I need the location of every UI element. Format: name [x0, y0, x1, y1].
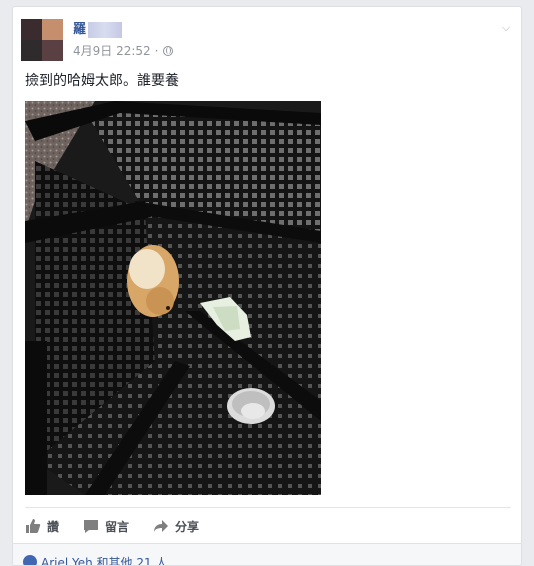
post-text: 撿到的哈姆太郎。誰要養 — [25, 73, 179, 89]
like-button[interactable]: 讚 — [25, 518, 59, 535]
hamster-photo — [25, 101, 321, 495]
post-card: 羅 4月9日 22:52 · ⌵ 撿到的哈姆太郎。誰要養 讚 留言 分享 Ari… — [12, 6, 522, 566]
post-timestamp[interactable]: 4月9日 22:52 — [73, 43, 151, 59]
avatar-tile — [42, 40, 63, 61]
avatar-tile — [42, 19, 63, 40]
author-name[interactable]: 羅 — [73, 21, 86, 39]
likes-summary[interactable]: Ariel Yeh 和其他 21 人 — [41, 554, 167, 565]
avatar[interactable] — [21, 19, 63, 61]
redacted-name — [88, 22, 123, 38]
avatar-tile — [21, 40, 42, 61]
share-label: 分享 — [175, 519, 200, 534]
reactions-bar: Ariel Yeh 和其他 21 人 — [13, 543, 521, 565]
like-label: 讚 — [47, 519, 60, 534]
speech-bubble-icon — [84, 520, 99, 533]
avatar-tile — [21, 19, 42, 40]
action-bar: 讚 留言 分享 — [25, 507, 511, 544]
share-arrow-icon — [154, 520, 169, 532]
post-meta: 4月9日 22:52 · — [73, 43, 173, 59]
chevron-down-icon[interactable]: ⌵ — [499, 21, 513, 35]
thumbs-up-icon — [26, 519, 41, 533]
like-badge-icon — [23, 555, 37, 565]
share-button[interactable]: 分享 — [153, 518, 199, 535]
post-photo[interactable] — [25, 101, 321, 495]
meta-separator: · — [154, 44, 159, 58]
comment-label: 留言 — [105, 519, 130, 534]
comment-button[interactable]: 留言 — [83, 518, 129, 535]
author-row: 羅 — [73, 21, 123, 39]
globe-icon[interactable] — [162, 46, 173, 56]
post-header: 羅 4月9日 22:52 · ⌵ — [21, 17, 513, 61]
